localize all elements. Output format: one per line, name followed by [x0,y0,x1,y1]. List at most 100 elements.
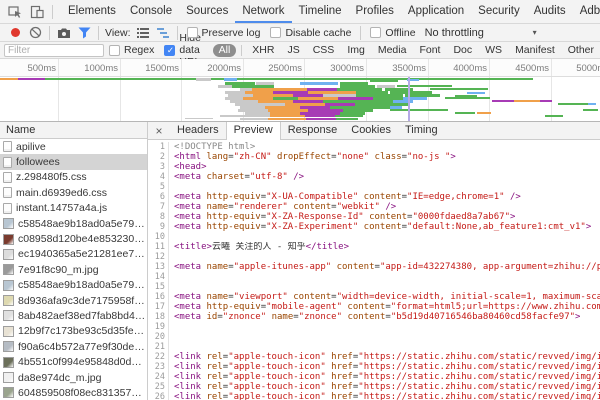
line-number: 16 [148,292,169,302]
waterfall-bar [477,112,491,114]
regex-checkbox[interactable]: Regex [109,44,154,56]
code-line: 25<link rel="apple-touch-icon" href="htt… [148,382,600,392]
main-tab-application[interactable]: Application [401,0,471,23]
waterfall-overview[interactable] [0,77,600,121]
checkbox-box[interactable] [270,27,281,38]
screenshot-camera-icon[interactable] [54,25,74,41]
code-line: 2<html lang="zh-CN" dropEffect="none" cl… [148,152,600,162]
request-row[interactable]: c58548ae9b18ad0a5e79fe4e [0,278,147,293]
code-line: 10 [148,232,600,242]
request-row[interactable]: main.d6939ed6.css [0,185,147,200]
timeline-ruler[interactable]: 500ms1000ms1500ms2000ms2500ms3000ms3500m… [0,59,600,77]
main-tab-sources[interactable]: Sources [179,0,235,23]
waterfall-bar [445,97,490,99]
preview-code-viewer[interactable]: 1<!DOCTYPE html>2<html lang="zh-CN" drop… [148,140,600,400]
filter-pill-media[interactable]: Media [372,44,413,57]
filter-bar: Regex Hide data URLs AllXHRJSCSSImgMedia… [0,42,600,59]
request-row[interactable]: c08958d120be4e853230649 [0,231,147,246]
checkbox-box[interactable] [370,27,381,38]
detail-tab-preview[interactable]: Preview [226,122,281,140]
gridline [181,77,182,121]
clear-icon[interactable] [25,25,45,41]
inspect-element-icon[interactable] [4,2,26,22]
detail-tabs: HeadersPreviewResponseCookiesTiming [170,122,445,139]
request-row[interactable]: ec1940365a5e21281ee71856 [0,247,147,262]
line-content [169,322,174,332]
filter-pill-img[interactable]: Img [341,44,371,57]
throttling-select[interactable]: No throttling ▾ [425,27,537,39]
device-toolbar-icon[interactable] [26,2,48,22]
waterfall-bar [224,78,237,81]
name-column-header[interactable]: Name [0,122,147,139]
main-tab-elements[interactable]: Elements [61,0,123,23]
detail-tab-response[interactable]: Response [281,122,345,139]
request-row[interactable]: 4b551c0f994e95848d0dda09 [0,354,147,369]
image-file-icon [3,234,14,245]
filter-pill-font[interactable]: Font [413,44,446,57]
filter-pill-xhr[interactable]: XHR [246,44,280,57]
main-tab-timeline[interactable]: Timeline [292,0,349,23]
detail-tab-cookies[interactable]: Cookies [344,122,398,139]
code-line: 24<link rel="apple-touch-icon" href="htt… [148,372,600,382]
record-icon[interactable] [5,25,25,41]
main-tab-console[interactable]: Console [123,0,179,23]
detail-tab-timing[interactable]: Timing [398,122,445,139]
request-name: followees [16,156,60,168]
image-file-icon [3,387,14,398]
code-line: 6<meta http-equiv="X-UA-Compatible" cont… [148,192,600,202]
request-row[interactable]: followees [0,154,147,169]
view-list-icon[interactable] [133,25,153,41]
waterfall-bar [218,85,232,88]
request-row[interactable]: da8e974dc_m.jpg [0,370,147,385]
request-row[interactable]: apilive [0,139,147,154]
gridline [489,77,490,121]
code-line: 19 [148,322,600,332]
request-row[interactable]: 8d936afa9c3de7175958fae5 [0,293,147,308]
filter-pill-ws[interactable]: WS [479,44,508,57]
main-tab-network[interactable]: Network [235,0,291,23]
main-tab-security[interactable]: Security [471,0,527,23]
line-number: 7 [148,202,169,212]
filter-input[interactable] [4,44,104,57]
request-row[interactable]: 8ab482aef38ed7fab8bd4314 [0,308,147,323]
filter-pill-doc[interactable]: Doc [447,44,478,57]
filter-pill-other[interactable]: Other [562,44,600,57]
disable-cache-checkbox[interactable]: Disable cache [270,27,351,39]
filter-pill-all[interactable]: All [213,44,237,57]
close-icon[interactable]: × [148,122,170,139]
line-content [169,332,174,342]
request-row[interactable]: 7e91f8c90_m.jpg [0,262,147,277]
code-line: 14 [148,272,600,282]
main-tab-adblock-plus[interactable]: Adblock Plus [573,0,600,23]
checkbox-box[interactable] [187,27,198,38]
tick-label: 3000ms [330,63,364,74]
panel-tab-bar: ElementsConsoleSourcesNetworkTimelinePro… [61,0,600,23]
line-content: <meta id="znonce" name="znonce" content=… [169,312,580,322]
line-number: 21 [148,342,169,352]
request-row[interactable]: instant.14757a4a.js [0,201,147,216]
line-content: <meta http-equiv="mobile-agent" content=… [169,302,600,312]
request-name: 7e91f8c90_m.jpg [18,264,99,276]
code-line: 11<title>云曦 关注的人 - 知乎</title> [148,242,600,252]
line-number: 6 [148,192,169,202]
main-tab-audits[interactable]: Audits [527,0,573,23]
request-row[interactable]: 12b9f7c173be93c5d35fea2d [0,324,147,339]
request-row[interactable]: f90a6c4b572a77e9f30de153 [0,339,147,354]
main-tab-profiles[interactable]: Profiles [349,0,401,23]
filter-pill-css[interactable]: CSS [307,44,341,57]
filter-pill-manifest[interactable]: Manifest [509,44,561,57]
request-row[interactable]: 604859508f08ec8313572f0e7 [0,385,147,400]
checkbox-box[interactable] [164,45,175,56]
request-name: c58548ae9b18ad0a5e79fe4e [18,218,147,230]
toolbar-divider [241,45,242,56]
checkbox-label: Offline [385,27,415,39]
request-row[interactable]: c58548ae9b18ad0a5e79fe4e [0,216,147,231]
tick-label: 1000ms [84,63,118,74]
offline-checkbox[interactable]: Offline [370,27,415,39]
line-number: 1 [148,142,169,152]
checkbox-box[interactable] [109,45,120,56]
request-row[interactable]: z.298480f5.css [0,170,147,185]
filter-pill-js[interactable]: JS [281,44,305,57]
detail-tab-headers[interactable]: Headers [170,122,226,139]
filter-funnel-icon[interactable] [74,25,94,41]
